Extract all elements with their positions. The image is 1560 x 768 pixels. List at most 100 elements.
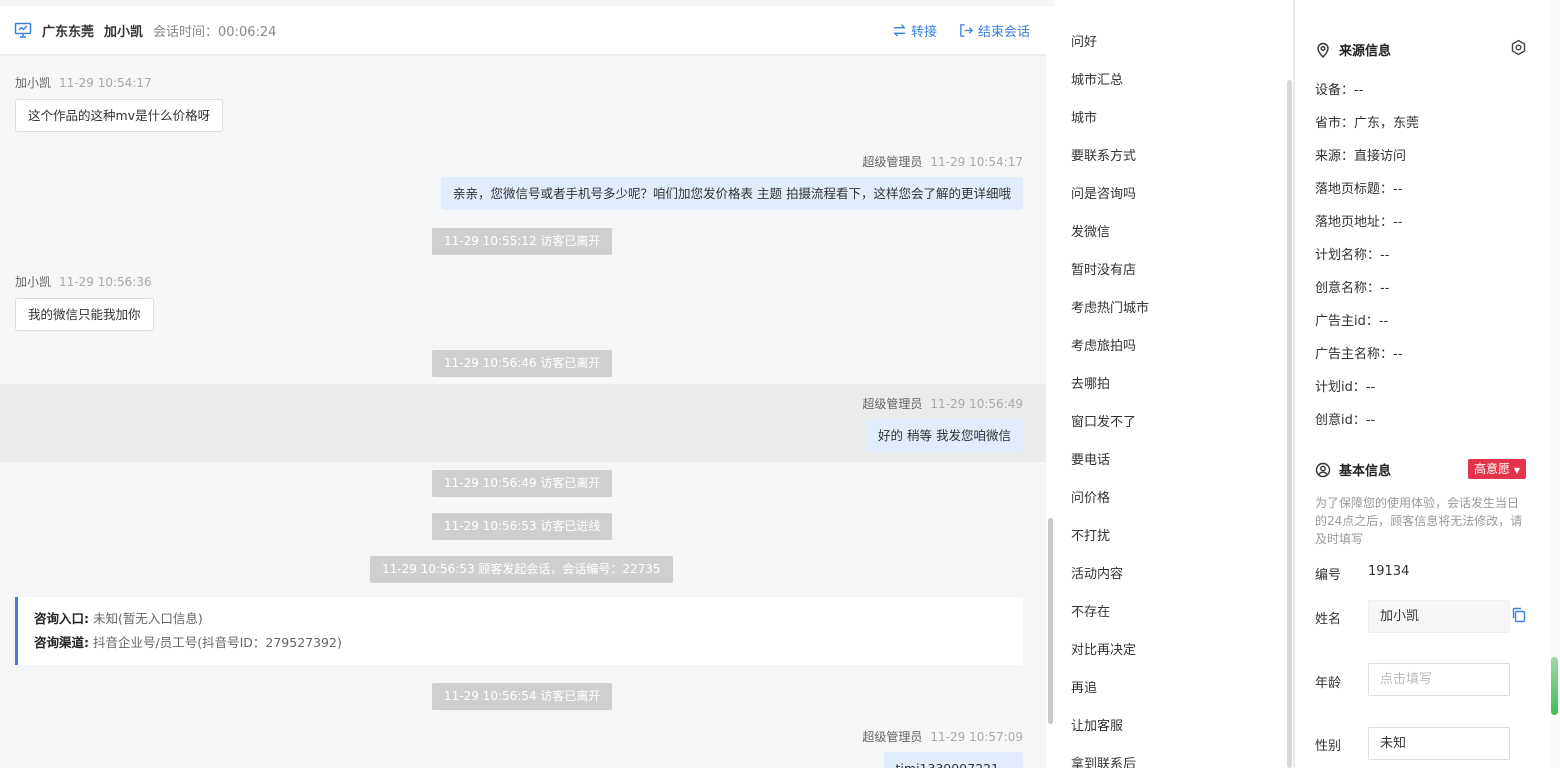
chat-header: 广东东莞 加小凯 会话时间：00:06:24 转接 结束会话 bbox=[0, 6, 1046, 54]
source-info-row: 创意名称：-- bbox=[1315, 281, 1390, 296]
quick-reply-item[interactable]: 去哪拍 bbox=[1071, 373, 1110, 392]
customer-info-panel: 来源信息 设备：-- 省市：广东，东莞 来源：直接访问 落地页标题：-- 落地页… bbox=[1295, 0, 1560, 768]
age-input[interactable]: 点击填写 bbox=[1368, 663, 1510, 696]
quick-reply-item[interactable]: 要联系方式 bbox=[1071, 145, 1136, 164]
end-session-button[interactable]: 结束会话 bbox=[959, 21, 1030, 40]
quick-reply-item[interactable]: 考虑旅拍吗 bbox=[1071, 335, 1136, 354]
basic-info-title: 基本信息 bbox=[1315, 460, 1391, 479]
source-info-title-text: 来源信息 bbox=[1339, 44, 1392, 59]
channel-label: 咨询渠道: bbox=[34, 635, 89, 650]
source-info-row: 创意id：-- bbox=[1315, 413, 1376, 428]
page-scrollbar-thumb[interactable] bbox=[1551, 657, 1558, 715]
entry-value: 未知(暂无入口信息) bbox=[92, 611, 203, 626]
sender-name: 加小凯 bbox=[15, 275, 52, 289]
quick-reply-list: 问好 城市汇总 城市 要联系方式 问是咨询吗 发微信 暂时没有店 考虑热门城市 … bbox=[1055, 0, 1293, 768]
message-time: 11-29 10:54:17 bbox=[930, 155, 1023, 169]
agent-message-bubble[interactable]: 亲亲，您微信号或者手机号多少呢？咱们加您发价格表 主题 拍摄流程看下，这样您会了… bbox=[441, 177, 1023, 210]
caret-down-icon: ▼ bbox=[1513, 466, 1520, 475]
quick-reply-item[interactable]: 不存在 bbox=[1071, 601, 1110, 620]
source-info-row: 广告主名称：-- bbox=[1315, 347, 1403, 362]
session-time: 会话时间：00:06:24 bbox=[153, 24, 277, 40]
quick-reply-item[interactable]: 暂时没有店 bbox=[1071, 259, 1136, 278]
message-time: 11-29 10:56:49 bbox=[930, 397, 1023, 411]
source-info-row: 计划名称：-- bbox=[1315, 248, 1390, 263]
id-label: 编号 bbox=[1315, 568, 1342, 583]
source-info-title: 来源信息 bbox=[1315, 40, 1391, 59]
sender-name: 加小凯 bbox=[15, 76, 52, 90]
settings-icon[interactable] bbox=[1510, 39, 1527, 56]
system-notice: 11-29 10:56:46 访客已离开 bbox=[432, 350, 613, 377]
source-info-row: 落地页地址：-- bbox=[1315, 215, 1403, 230]
message-meta: 超级管理员 11-29 10:57:09 bbox=[862, 728, 1023, 745]
end-session-label: 结束会话 bbox=[977, 24, 1030, 40]
chat-panel: 广东东莞 加小凯 会话时间：00:06:24 转接 结束会话 加小凯 11-29 … bbox=[0, 0, 1055, 768]
message-time: 11-29 10:54:17 bbox=[59, 76, 152, 90]
sender-name: 超级管理员 bbox=[862, 397, 923, 411]
quick-reply-item[interactable]: 窗口发不了 bbox=[1071, 411, 1136, 430]
quick-reply-item[interactable]: 让加客服 bbox=[1071, 715, 1123, 734]
age-label: 年龄 bbox=[1315, 676, 1342, 691]
edit-notice: 为了保障您的使用体验，会话发生当日的24点之后，顾客信息将无法修改，请及时填写 bbox=[1315, 496, 1523, 546]
location-pin-icon bbox=[1317, 42, 1329, 58]
message-time: 11-29 10:56:36 bbox=[59, 275, 152, 289]
agent-message-bubble[interactable]: tjmj1339997221... bbox=[883, 752, 1023, 768]
name-label: 姓名 bbox=[1315, 612, 1342, 627]
copy-icon[interactable] bbox=[1511, 607, 1527, 623]
visitor-message-bubble[interactable]: 这个作品的这种mv是什么价格呀 bbox=[15, 99, 224, 132]
transfer-button[interactable]: 转接 bbox=[892, 21, 937, 40]
user-circle-icon bbox=[1315, 462, 1331, 477]
source-info-row: 广告主id：-- bbox=[1315, 314, 1389, 329]
system-notice: 11-29 10:56:53 访客已进线 bbox=[432, 513, 613, 540]
system-notice: 11-29 10:56:54 访客已离开 bbox=[432, 683, 613, 710]
swap-icon bbox=[893, 23, 906, 37]
source-info-row: 计划id：-- bbox=[1315, 380, 1376, 395]
message-meta: 超级管理员 11-29 10:56:49 bbox=[862, 395, 1023, 412]
sender-name: 超级管理员 bbox=[862, 730, 923, 744]
transfer-label: 转接 bbox=[910, 24, 937, 40]
page-scrollbar-track[interactable] bbox=[1550, 0, 1560, 768]
message-meta: 超级管理员 11-29 10:54:17 bbox=[862, 153, 1023, 170]
system-notice: 11-29 10:55:12 访客已离开 bbox=[432, 228, 613, 255]
quick-reply-item[interactable]: 问是咨询吗 bbox=[1071, 183, 1136, 202]
quick-reply-item[interactable]: 要电话 bbox=[1071, 449, 1110, 468]
quick-reply-item[interactable]: 拿到联系后 bbox=[1071, 753, 1136, 768]
system-notice: 11-29 10:56:53 顾客发起会话，会话编号：22735 bbox=[370, 556, 673, 583]
gender-field[interactable]: 未知 bbox=[1368, 727, 1510, 760]
quick-reply-item[interactable]: 活动内容 bbox=[1071, 563, 1123, 582]
intent-level-label: 高意愿 bbox=[1474, 462, 1511, 476]
id-value: 19134 bbox=[1368, 564, 1410, 579]
channel-value: 抖音企业号/员工号(抖音号ID：279527392) bbox=[92, 635, 342, 650]
quick-reply-item[interactable]: 问好 bbox=[1071, 31, 1097, 50]
system-notice: 11-29 10:56:49 访客已离开 bbox=[432, 470, 613, 497]
quick-reply-item[interactable]: 再追 bbox=[1071, 677, 1097, 696]
quick-reply-item[interactable]: 对比再决定 bbox=[1071, 639, 1136, 658]
entry-line: 咨询入口: 未知(暂无入口信息) bbox=[34, 607, 1007, 631]
quick-reply-item[interactable]: 城市 bbox=[1071, 107, 1097, 126]
quick-reply-item[interactable]: 城市汇总 bbox=[1071, 69, 1123, 88]
visitor-name: 加小凯 bbox=[104, 24, 144, 40]
quick-reply-item[interactable]: 考虑热门城市 bbox=[1071, 297, 1149, 316]
quick-reply-item[interactable]: 发微信 bbox=[1071, 221, 1110, 240]
quick-reply-scrollbar[interactable] bbox=[1287, 80, 1292, 768]
entry-label: 咨询入口: bbox=[34, 611, 89, 626]
message-meta: 加小凯 11-29 10:56:36 bbox=[15, 273, 152, 290]
basic-info-title-text: 基本信息 bbox=[1339, 464, 1392, 479]
channel-line: 咨询渠道: 抖音企业号/员工号(抖音号ID：279527392) bbox=[34, 631, 1007, 655]
message-meta: 加小凯 11-29 10:54:17 bbox=[15, 74, 152, 91]
source-info-row: 来源：直接访问 bbox=[1315, 149, 1407, 164]
intent-level-dropdown[interactable]: 高意愿 ▼ bbox=[1468, 459, 1526, 479]
quick-reply-item[interactable]: 不打扰 bbox=[1071, 525, 1110, 544]
source-info-row: 落地页标题：-- bbox=[1315, 182, 1403, 197]
chat-scrollbar-thumb[interactable] bbox=[1048, 518, 1053, 724]
monitor-icon bbox=[14, 21, 32, 39]
source-info-row: 设备：-- bbox=[1315, 83, 1364, 98]
quick-reply-item[interactable]: 问价格 bbox=[1071, 487, 1110, 506]
agent-message-bubble[interactable]: 好的 稍等 我发您咱微信 bbox=[866, 419, 1023, 452]
logout-icon bbox=[960, 23, 974, 37]
gender-label: 性别 bbox=[1315, 739, 1342, 754]
consult-entry-card: 咨询入口: 未知(暂无入口信息) 咨询渠道: 抖音企业号/员工号(抖音号ID：2… bbox=[15, 597, 1023, 665]
visitor-message-bubble[interactable]: 我的微信只能我加你 bbox=[15, 298, 154, 331]
message-time: 11-29 10:57:09 bbox=[930, 730, 1023, 744]
name-field[interactable]: 加小凯 bbox=[1368, 600, 1510, 633]
visitor-location: 广东东莞 bbox=[42, 24, 95, 40]
